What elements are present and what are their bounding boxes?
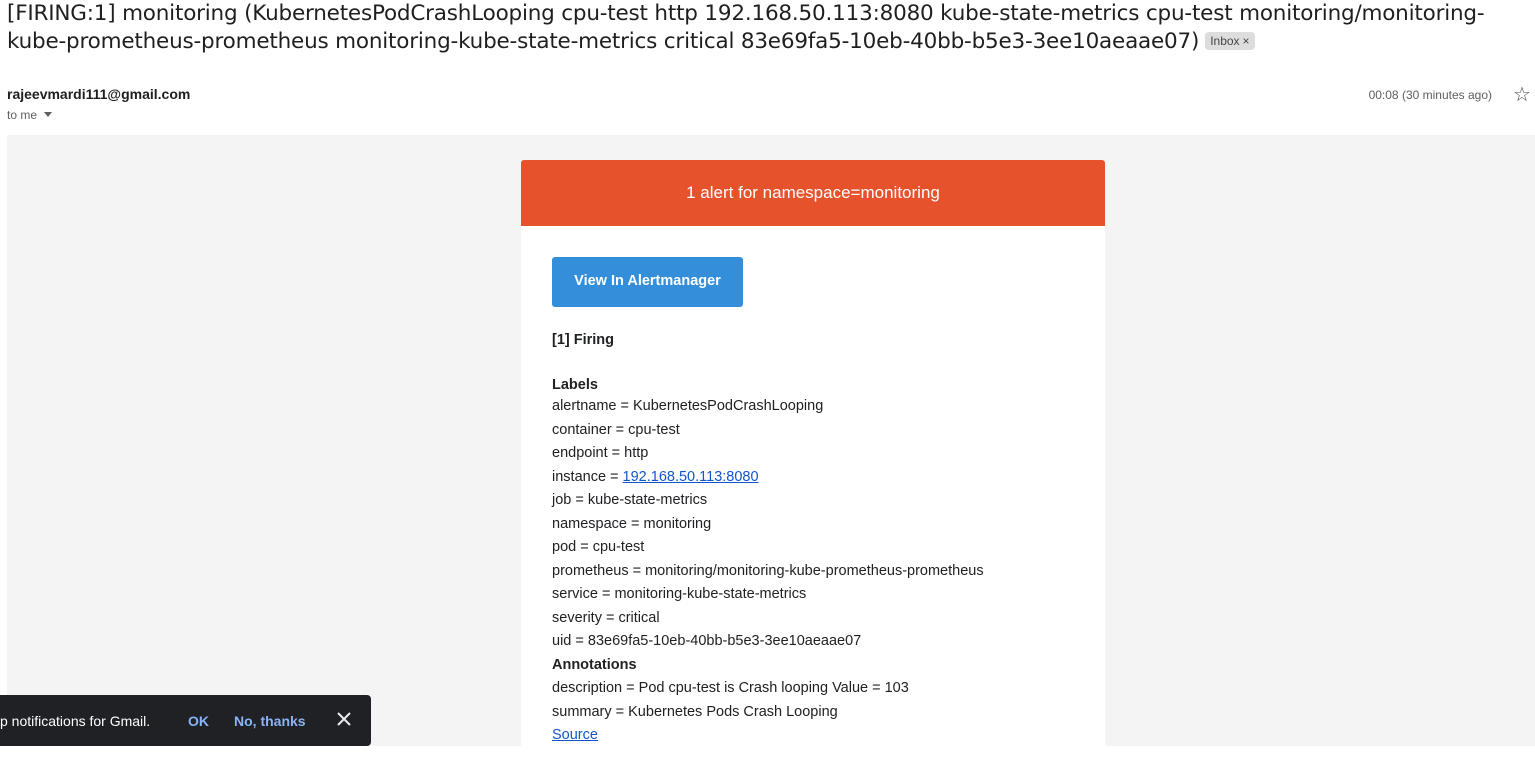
inbox-label-text: Inbox: [1210, 34, 1240, 48]
toast-message: p notifications for Gmail.: [0, 713, 151, 729]
label-endpoint: endpoint = http: [552, 445, 649, 461]
label-prometheus: prometheus = monitoring/monitoring-kube-…: [552, 562, 984, 579]
annotation-summary: summary = Kubernetes Pods Crash Looping: [552, 703, 838, 720]
remove-label-icon[interactable]: ×: [1243, 34, 1250, 48]
label-alertname: alertname = KubernetesPodCrashLooping: [552, 398, 824, 414]
label-instance: instance = 192.168.50.113:8080: [552, 466, 1074, 490]
subject-text: [FIRING:1] monitoring (KubernetesPodCras…: [7, 1, 1485, 54]
annotations-title: Annotations: [552, 656, 637, 673]
view-in-alertmanager-button[interactable]: View In Alertmanager: [552, 257, 743, 307]
email-subject: [FIRING:1] monitoring (KubernetesPodCras…: [7, 0, 1527, 56]
label-service: service = monitoring-kube-state-metrics: [552, 586, 807, 602]
recipient-details-toggle[interactable]: to me: [7, 108, 53, 122]
label-namespace: namespace = monitoring: [552, 515, 712, 532]
recipient-label: to me: [7, 108, 38, 122]
labels-title: Labels: [552, 377, 598, 393]
label-uid: uid = 83e69fa5-10eb-40bb-b5e3-3ee10aeaae…: [552, 633, 862, 649]
close-icon-glyph: [337, 712, 351, 726]
star-icon[interactable]: ☆: [1513, 84, 1531, 106]
firing-title: [1] Firing: [552, 332, 615, 348]
toast-no-thanks-button[interactable]: No, thanks: [234, 713, 306, 729]
annotation-description: description = Pod cpu-test is Crash loop…: [552, 680, 909, 696]
toast-ok-button[interactable]: OK: [188, 713, 209, 729]
alert-body: View In Alertmanager [1] Firing Labels a…: [521, 226, 1105, 748]
label-pod: pod = cpu-test: [552, 539, 645, 555]
chevron-down-icon[interactable]: [44, 112, 53, 117]
alert-header: 1 alert for namespace=monitoring: [521, 160, 1105, 226]
label-container: container = cpu-test: [552, 421, 680, 438]
source-line: Source: [552, 724, 1074, 748]
source-link[interactable]: Source: [552, 727, 598, 743]
instance-link[interactable]: 192.168.50.113:8080: [623, 469, 759, 485]
label-instance-key: instance =: [552, 468, 623, 485]
label-job: job = kube-state-metrics: [552, 492, 708, 508]
sender-email[interactable]: rajeevmardi111@gmail.com: [7, 86, 190, 102]
label-severity: severity = critical: [552, 609, 660, 626]
alert-card: 1 alert for namespace=monitoring View In…: [521, 160, 1105, 780]
inbox-label-chip[interactable]: Inbox ×: [1205, 32, 1255, 50]
email-timestamp: 00:08 (30 minutes ago): [1368, 88, 1492, 102]
close-icon[interactable]: [335, 708, 353, 730]
notification-toast: p notifications for Gmail. OK No, thanks: [0, 695, 371, 746]
message-body: 1 alert for namespace=monitoring View In…: [7, 135, 1535, 780]
